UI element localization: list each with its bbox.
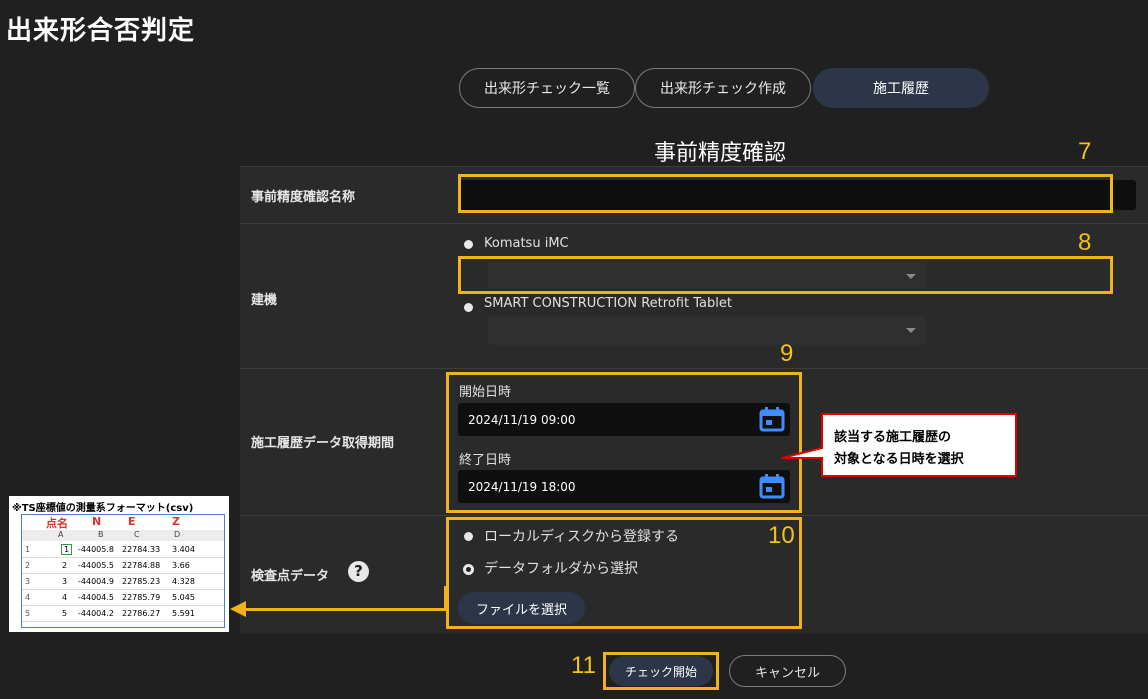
page-title: 出来形合否判定 bbox=[6, 16, 196, 46]
radio-smart-construction[interactable] bbox=[464, 303, 473, 312]
csv-row-number: 3 bbox=[25, 577, 31, 586]
tab-construction-history[interactable]: 施工履歴 bbox=[813, 68, 989, 108]
csv-cell: 22785.79 bbox=[122, 593, 161, 602]
csv-cell: 3.404 bbox=[172, 545, 195, 554]
section-heading: 事前精度確認 bbox=[653, 141, 786, 166]
csv-cell: 4.328 bbox=[172, 577, 195, 586]
annotation-box-10 bbox=[446, 517, 802, 629]
csv-cell: 2 bbox=[62, 561, 68, 570]
annotation-number-9: 9 bbox=[780, 340, 794, 367]
csv-col-letter-d: D bbox=[174, 530, 181, 539]
radio-komatsu-label: Komatsu iMC bbox=[484, 236, 569, 251]
csv-cell: 22784.88 bbox=[122, 561, 161, 570]
csv-cell: 4 bbox=[62, 593, 68, 602]
tab-check-create[interactable]: 出来形チェック作成 bbox=[635, 68, 811, 108]
csv-column-letters: A B C D bbox=[22, 530, 224, 541]
arrow-line-horizontal bbox=[244, 608, 447, 611]
csv-cell: 5.045 bbox=[172, 593, 195, 602]
csv-header-labels: 点名 N E Z bbox=[22, 515, 224, 530]
csv-cell: 22785.23 bbox=[122, 577, 161, 586]
name-label: 事前精度確認名称 bbox=[251, 190, 356, 205]
annotation-number-8: 8 bbox=[1078, 229, 1092, 256]
csv-cell: 1 bbox=[60, 544, 73, 555]
help-icon[interactable]: ? bbox=[348, 561, 369, 582]
csv-table-frame: 点名 N E Z A B C D 1 1 -44005.8 22784.33 3.404… bbox=[21, 514, 225, 628]
csv-header-label-c: E bbox=[128, 515, 136, 528]
csv-row-number: 2 bbox=[25, 561, 31, 570]
smart-construction-dropdown[interactable] bbox=[488, 316, 926, 345]
annotation-box-7 bbox=[458, 174, 1113, 213]
inspection-label: 検査点データ bbox=[251, 569, 330, 584]
callout-text-line2: 対象となる日時を選択 bbox=[834, 452, 964, 467]
csv-cell: -44004.9 bbox=[78, 577, 114, 586]
csv-col-letter-c: C bbox=[134, 530, 140, 539]
csv-col-letter-a: A bbox=[58, 530, 64, 539]
csv-col-letter-b: B bbox=[98, 530, 104, 539]
csv-cell: 22784.33 bbox=[122, 545, 161, 554]
callout-bubble bbox=[781, 413, 1017, 477]
csv-rows: 1 1 -44005.8 22784.33 3.404 2 2 -44005.5 22784.8… bbox=[22, 542, 224, 622]
annotation-box-9 bbox=[446, 372, 802, 513]
csv-cell: 3.66 bbox=[172, 561, 190, 570]
callout-text-line1: 該当する施工履歴の bbox=[834, 430, 952, 445]
csv-row-number: 5 bbox=[25, 609, 31, 618]
cancel-button[interactable]: キャンセル bbox=[729, 655, 846, 687]
radio-komatsu[interactable] bbox=[464, 240, 473, 249]
csv-cell: -44004.2 bbox=[78, 609, 114, 618]
csv-row-number: 1 bbox=[25, 545, 31, 554]
csv-row: 3 3 -44004.9 22785.23 4.328 bbox=[22, 574, 224, 590]
csv-cell: 3 bbox=[62, 577, 68, 586]
csv-row: 4 4 -44004.5 22785.79 5.045 bbox=[22, 590, 224, 606]
csv-cell: -44005.8 bbox=[78, 545, 114, 554]
csv-header-label-a: 点名 bbox=[46, 517, 68, 530]
annotation-box-11 bbox=[603, 652, 719, 690]
arrow-head bbox=[230, 601, 246, 617]
csv-cell: -44004.5 bbox=[78, 593, 114, 602]
csv-sample-image: ※TS座標値の測量系フォーマット(csv) 点名 N E Z A B C D 1… bbox=[9, 496, 229, 632]
csv-cell: -44005.5 bbox=[78, 561, 114, 570]
csv-row-number: 4 bbox=[25, 593, 31, 602]
csv-row: 2 2 -44005.5 22784.88 3.66 bbox=[22, 558, 224, 574]
csv-row: 5 5 -44004.2 22786.27 5.591 bbox=[22, 606, 224, 622]
period-label: 施工履歴データ取得期間 bbox=[251, 436, 395, 451]
radio-smart-construction-label: SMART CONSTRUCTION Retrofit Tablet bbox=[484, 296, 732, 311]
machine-label: 建機 bbox=[251, 293, 278, 308]
annotation-number-10: 10 bbox=[768, 522, 795, 549]
csv-row: 1 1 -44005.8 22784.33 3.404 bbox=[22, 542, 224, 558]
annotation-box-8 bbox=[458, 256, 1113, 294]
csv-caption: ※TS座標値の測量系フォーマット(csv) bbox=[12, 503, 194, 514]
csv-header-label-b: N bbox=[92, 515, 102, 528]
tab-check-list[interactable]: 出来形チェック一覧 bbox=[459, 68, 635, 108]
chevron-down-icon bbox=[906, 328, 916, 333]
annotation-number-11: 11 bbox=[571, 652, 596, 679]
csv-cell: 5.591 bbox=[172, 609, 195, 618]
csv-header-label-d: Z bbox=[172, 515, 180, 528]
csv-cell: 5 bbox=[62, 609, 68, 618]
annotation-number-7: 7 bbox=[1078, 138, 1092, 165]
csv-cell: 22786.27 bbox=[122, 609, 161, 618]
